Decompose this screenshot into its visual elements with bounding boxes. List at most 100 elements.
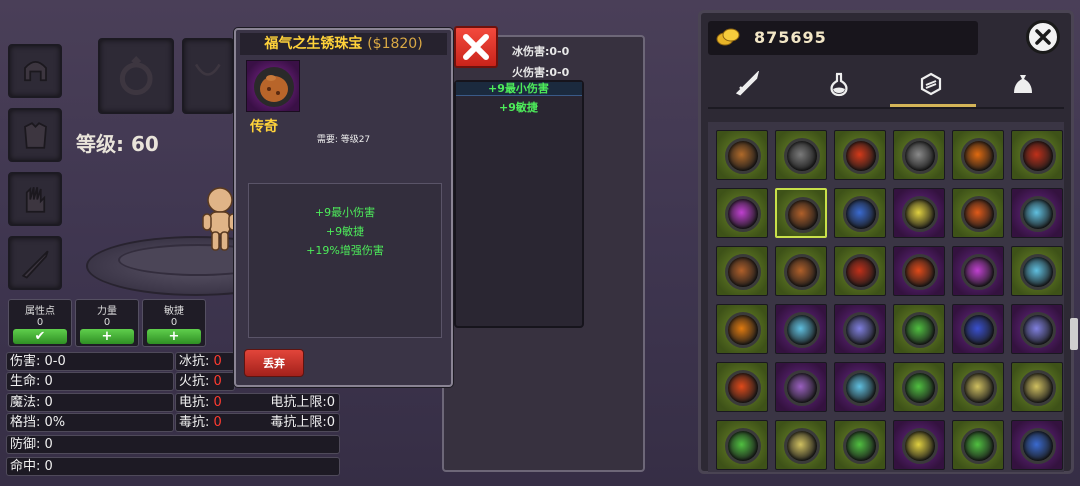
weapon-slot[interactable] (8, 236, 62, 290)
inventory-slot[interactable] (716, 362, 768, 412)
gem-item-icon (843, 370, 879, 406)
inventory-slot[interactable] (775, 246, 827, 296)
inventory-slot[interactable] (893, 420, 945, 470)
item-title: 福气之生锈珠宝 ($1820) (240, 33, 447, 55)
inventory-slot[interactable] (893, 362, 945, 412)
inventory-slot[interactable] (1011, 130, 1063, 180)
inventory-slot[interactable] (834, 246, 886, 296)
close-inventory-button[interactable] (1026, 20, 1060, 54)
inventory-slot[interactable] (1011, 188, 1063, 238)
gold-amount: 875695 (754, 28, 827, 47)
item-bonus: +9敏捷 (325, 225, 365, 238)
ring-slot[interactable] (98, 38, 174, 114)
inventory-slot[interactable] (716, 188, 768, 238)
gem-item-icon (725, 138, 761, 174)
strength-box: 力量 0 + (75, 299, 139, 347)
gem-item-icon (725, 254, 761, 290)
inventory-slot[interactable] (893, 304, 945, 354)
character-level: 等级: 60 (76, 132, 159, 156)
compare-ice-damage: 冰伤害:0-0 (512, 45, 570, 58)
inventory-slot[interactable] (893, 188, 945, 238)
tab-gems[interactable] (906, 66, 956, 102)
damage-stat: 伤害: 0-0 (6, 352, 174, 371)
gem-item-icon (725, 196, 761, 232)
inventory-slot[interactable] (834, 304, 886, 354)
inventory-slot[interactable] (834, 362, 886, 412)
gem-item-icon (1020, 196, 1056, 232)
gem-item-icon (725, 370, 761, 406)
inventory-slot[interactable] (775, 188, 827, 238)
inventory-slot[interactable] (893, 130, 945, 180)
block-stat: 格挡: 0% (6, 413, 174, 432)
inventory-scrollbar[interactable] (1070, 318, 1078, 350)
lightning-resist-stat: 电抗: 0 电抗上限:0 (175, 393, 340, 412)
gloves-slot[interactable] (8, 172, 62, 226)
gem-item-icon (784, 254, 820, 290)
fire-resist-value: 0 (213, 374, 222, 389)
discard-button[interactable]: 丢弃 (244, 349, 304, 377)
amulet-slot[interactable] (182, 38, 234, 114)
item-bonus: +19%增强伤害 (306, 244, 384, 257)
tab-materials[interactable] (998, 66, 1048, 102)
compare-bonus-min-damage: +9最小伤害 (488, 82, 549, 95)
ring-icon (119, 55, 153, 95)
sword-icon (735, 71, 760, 96)
poison-resist-label: 毒抗: (179, 415, 214, 430)
lightning-resist-value: 0 (213, 395, 222, 410)
inventory-slot[interactable] (952, 362, 1004, 412)
inventory-slot[interactable] (952, 130, 1004, 180)
gem-item-icon (1020, 138, 1056, 174)
ice-resist-label: 冰抗: (179, 354, 214, 369)
tab-weapons[interactable] (722, 66, 772, 102)
inventory-slot[interactable] (775, 362, 827, 412)
inventory-slot[interactable] (1011, 304, 1063, 354)
gem-item-icon (784, 428, 820, 464)
item-price: ($1820) (367, 36, 423, 52)
inventory-slot[interactable] (834, 420, 886, 470)
ice-resist-value: 0 (213, 354, 222, 369)
gem-item-icon (961, 254, 997, 290)
close-icon (1035, 29, 1051, 45)
gem-item-icon (961, 428, 997, 464)
lightning-resist-label: 电抗: (179, 395, 214, 410)
gem-item-icon (961, 370, 997, 406)
inventory-slot[interactable] (834, 188, 886, 238)
armor-icon (23, 121, 47, 149)
armor-slot[interactable] (8, 108, 62, 162)
inventory-slot[interactable] (952, 304, 1004, 354)
inventory-slot[interactable] (716, 130, 768, 180)
inventory-slot[interactable] (1011, 362, 1063, 412)
close-tooltip-button[interactable] (454, 26, 498, 68)
sword-slot-icon (21, 250, 49, 279)
inventory-slot[interactable] (775, 304, 827, 354)
inventory-slot[interactable] (716, 420, 768, 470)
add-strength-button[interactable]: + (80, 329, 134, 344)
inventory-slot[interactable] (952, 188, 1004, 238)
gem-item-icon (725, 312, 761, 348)
tab-divider (708, 107, 1064, 109)
inventory-slot[interactable] (775, 130, 827, 180)
rusty-jewel-icon (254, 67, 294, 107)
gem-item-icon (843, 254, 879, 290)
inventory-slot[interactable] (1011, 420, 1063, 470)
inventory-slot[interactable] (1011, 246, 1063, 296)
inventory-slot[interactable] (716, 304, 768, 354)
inventory-slot[interactable] (893, 246, 945, 296)
confirm-points-button[interactable]: ✔ (13, 329, 67, 344)
gem-item-icon (1020, 312, 1056, 348)
item-bonus-box: +9最小伤害 +9敏捷 +19%增强伤害 (248, 183, 442, 338)
inventory-slot[interactable] (775, 420, 827, 470)
inventory-slot[interactable] (716, 246, 768, 296)
gloves-icon (25, 186, 45, 213)
inventory-slot[interactable] (834, 130, 886, 180)
item-icon (246, 60, 300, 112)
inventory-slot[interactable] (952, 246, 1004, 296)
item-tooltip: 福气之生锈珠宝 ($1820) 传奇 需要: 等级27 +9最小伤害 +9敏捷 … (234, 28, 453, 387)
tab-potions[interactable] (814, 66, 864, 102)
inventory-slot[interactable] (952, 420, 1004, 470)
gem-item-icon (902, 428, 938, 464)
add-agility-button[interactable]: + (147, 329, 201, 344)
hit-stat: 命中: 0 (6, 457, 340, 476)
helmet-slot[interactable] (8, 44, 62, 98)
gem-item-icon (902, 196, 938, 232)
